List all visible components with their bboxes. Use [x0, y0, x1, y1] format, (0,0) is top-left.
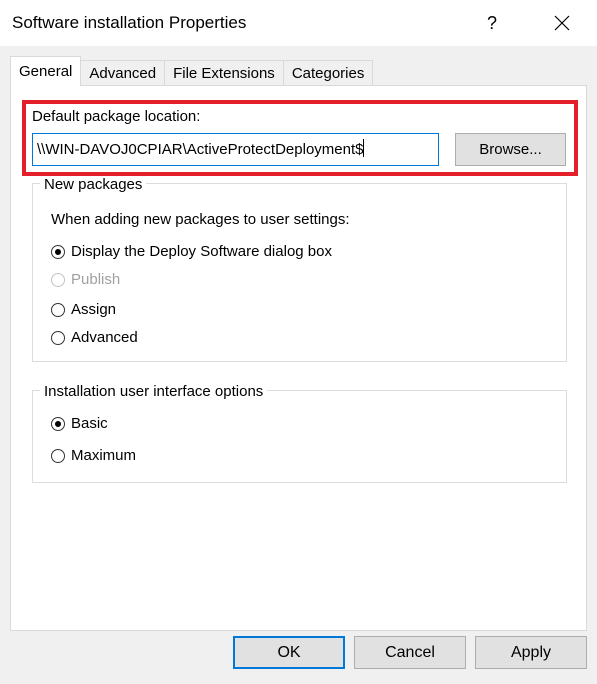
package-location-label: Default package location: — [32, 108, 201, 125]
help-icon: ? — [486, 12, 497, 33]
dialog-body: General Advanced File Extensions Categor… — [0, 46, 597, 684]
radio-advanced[interactable]: Advanced — [51, 329, 138, 346]
radio-maximum[interactable]: Maximum — [51, 447, 136, 464]
tab-file-extensions[interactable]: File Extensions — [164, 60, 284, 86]
radio-display-deploy-dialog[interactable]: Display the Deploy Software dialog box — [51, 243, 332, 260]
text-caret — [363, 139, 365, 157]
new-packages-title: New packages — [40, 176, 147, 193]
ui-options-group — [32, 390, 567, 483]
title-bar: Software installation Properties ? — [0, 0, 597, 46]
package-location-value: \\WIN-DAVOJ0CPIAR\ActiveProtectDeploymen… — [37, 141, 364, 158]
apply-button[interactable]: Apply — [475, 636, 587, 669]
window-title: Software installation Properties — [12, 13, 247, 32]
radio-label: Basic — [71, 415, 108, 432]
close-icon — [554, 15, 570, 31]
tab-strip: General Advanced File Extensions Categor… — [10, 56, 374, 86]
radio-button-disabled — [51, 272, 65, 287]
radio-label: Display the Deploy Software dialog box — [71, 243, 332, 260]
radio-button-checked[interactable] — [51, 416, 65, 431]
new-packages-prompt: When adding new packages to user setting… — [51, 211, 350, 228]
package-location-input[interactable]: \\WIN-DAVOJ0CPIAR\ActiveProtectDeploymen… — [32, 133, 439, 166]
radio-label: Assign — [71, 301, 117, 318]
tab-advanced[interactable]: Advanced — [80, 60, 166, 86]
radio-publish: Publish — [51, 271, 120, 288]
radio-button[interactable] — [51, 302, 65, 317]
radio-assign[interactable]: Assign — [51, 301, 116, 318]
radio-label: Publish — [71, 271, 121, 288]
help-button[interactable]: ? — [470, 6, 514, 40]
ok-button[interactable]: OK — [233, 636, 345, 669]
ui-options-title: Installation user interface options — [40, 383, 268, 400]
radio-label: Advanced — [71, 329, 138, 346]
radio-button[interactable] — [51, 330, 65, 345]
tab-general[interactable]: General — [10, 56, 82, 86]
radio-button-checked[interactable] — [51, 244, 65, 259]
radio-basic[interactable]: Basic — [51, 415, 108, 432]
tab-categories[interactable]: Categories — [282, 60, 374, 86]
cancel-button[interactable]: Cancel — [354, 636, 466, 669]
radio-button[interactable] — [51, 448, 65, 463]
close-button[interactable] — [540, 6, 584, 40]
browse-button[interactable]: Browse... — [455, 133, 566, 166]
radio-label: Maximum — [71, 447, 137, 464]
